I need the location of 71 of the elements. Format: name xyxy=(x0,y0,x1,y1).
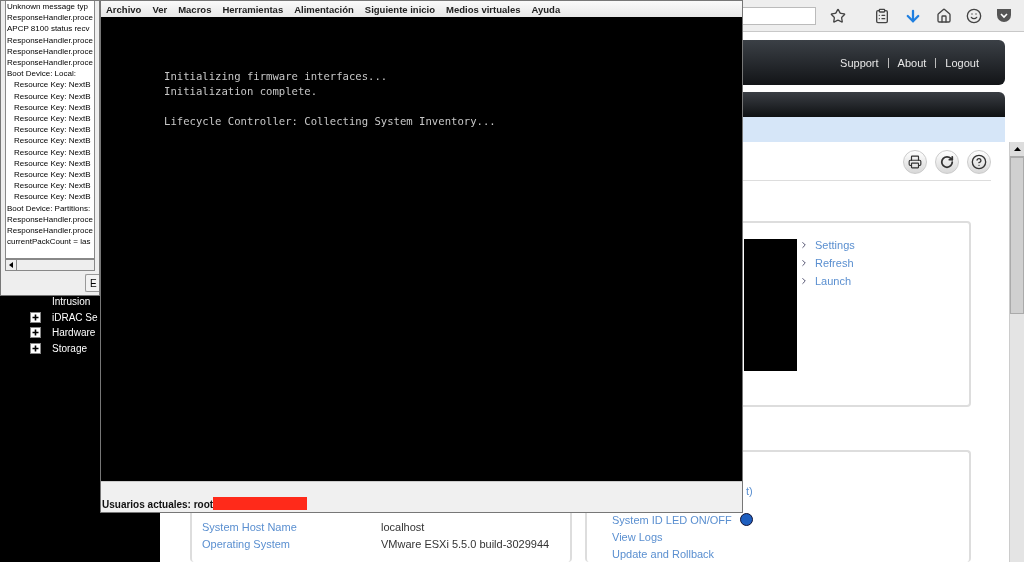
menu-item[interactable]: Ver xyxy=(152,3,168,15)
console-text: Initializing firmware interfaces... xyxy=(164,69,389,84)
quick-link[interactable]: t) xyxy=(746,484,753,497)
console-text: Lifecycle Controller: Collecting System Inventory... xyxy=(164,114,497,129)
log-line: Resource Key: NextB xyxy=(13,79,92,91)
tree-item[interactable]: Storage xyxy=(52,342,88,354)
card-link[interactable]: Refresh xyxy=(799,257,969,269)
log-line: currentPackCount = las xyxy=(6,236,92,248)
quick-link[interactable]: System ID LED ON/OFF xyxy=(612,513,753,526)
log-line: ResponseHandler.proce xyxy=(6,45,94,57)
dialog-button[interactable]: E xyxy=(85,274,99,292)
log-line: Resource Key: NextB xyxy=(13,169,92,181)
log-line: Unknown message typ xyxy=(6,1,89,13)
left-arrow-icon[interactable] xyxy=(9,262,13,268)
scrollbar[interactable] xyxy=(1009,142,1024,562)
refresh-button[interactable] xyxy=(935,150,959,174)
quick-link[interactable]: Update and Rollback xyxy=(612,547,715,560)
expand-icon[interactable] xyxy=(30,327,41,339)
star-icon[interactable] xyxy=(830,7,846,24)
header-link[interactable]: About xyxy=(897,56,927,69)
tree-item[interactable]: Intrusion xyxy=(52,296,91,308)
row-label: System Host Name xyxy=(202,520,298,533)
status-text: Usuarios actuales: root xyxy=(102,499,214,510)
log-line: ResponseHandler.proce xyxy=(6,12,94,24)
log-line: ResponseHandler.proce xyxy=(6,34,94,46)
log-line: Resource Key: NextB xyxy=(13,90,92,102)
menu-item[interactable]: Siguiente inicio xyxy=(364,3,436,15)
address-field[interactable] xyxy=(740,6,816,25)
help-icon xyxy=(971,154,987,170)
log-line: Resource Key: NextB xyxy=(13,146,92,158)
log-line: APCP 8100 status recv xyxy=(6,23,91,35)
menu-item[interactable]: Herramientas xyxy=(222,3,284,15)
log-line: ResponseHandler.proce xyxy=(6,225,94,237)
menu-item[interactable]: Archivo xyxy=(106,3,142,15)
row-value: localhost xyxy=(381,520,425,533)
log-line: ResponseHandler.proce xyxy=(6,57,94,69)
clipboard-icon[interactable] xyxy=(874,7,890,24)
row-label: Operating System xyxy=(202,537,292,550)
log-line: ResponseHandler.proce xyxy=(6,213,94,226)
home-icon[interactable] xyxy=(936,7,952,24)
help-button[interactable] xyxy=(967,150,991,174)
horizontal-scrollbar[interactable] xyxy=(5,259,95,271)
refresh-icon xyxy=(940,155,954,169)
menu-item[interactable]: Alimentación xyxy=(294,3,354,15)
log-line: Boot Device: Partitions: xyxy=(6,202,92,214)
expand-icon[interactable] xyxy=(30,311,41,323)
console-text: Initialization complete. xyxy=(164,84,319,99)
tree-item[interactable]: Hardware xyxy=(52,327,96,339)
log-line: Resource Key: NextB xyxy=(13,101,92,114)
log-line: Resource Key: NextB xyxy=(13,113,92,125)
header-link[interactable]: Logout xyxy=(945,56,979,69)
log-line: Boot Device: Local: xyxy=(6,68,77,80)
printer-icon xyxy=(908,155,922,169)
menu-item[interactable]: Ayuda xyxy=(531,3,561,15)
log-line: Resource Key: NextB xyxy=(13,157,92,170)
smiley-icon[interactable] xyxy=(966,7,982,24)
tree-item[interactable]: iDRAC Se xyxy=(52,311,98,323)
menu-item[interactable]: Medios virtuales xyxy=(446,3,521,15)
card-link[interactable]: Settings xyxy=(799,239,969,251)
quick-link[interactable]: View Logs xyxy=(612,530,663,543)
expand-icon[interactable] xyxy=(30,342,41,354)
log-line: Resource Key: NextB xyxy=(13,191,92,203)
pocket-icon[interactable] xyxy=(996,8,1012,23)
row-value: VMware ESXi 5.5.0 build-3029944 xyxy=(381,537,550,550)
up-arrow-icon[interactable] xyxy=(1013,147,1021,151)
log-line: Resource Key: NextB xyxy=(13,180,92,192)
log-line: Resource Key: NextB xyxy=(13,124,92,136)
log-line: Resource Key: NextB xyxy=(13,135,92,147)
print-button[interactable] xyxy=(903,150,927,174)
header-link[interactable]: Support xyxy=(840,56,879,69)
menu-item[interactable]: Macros xyxy=(178,3,212,15)
